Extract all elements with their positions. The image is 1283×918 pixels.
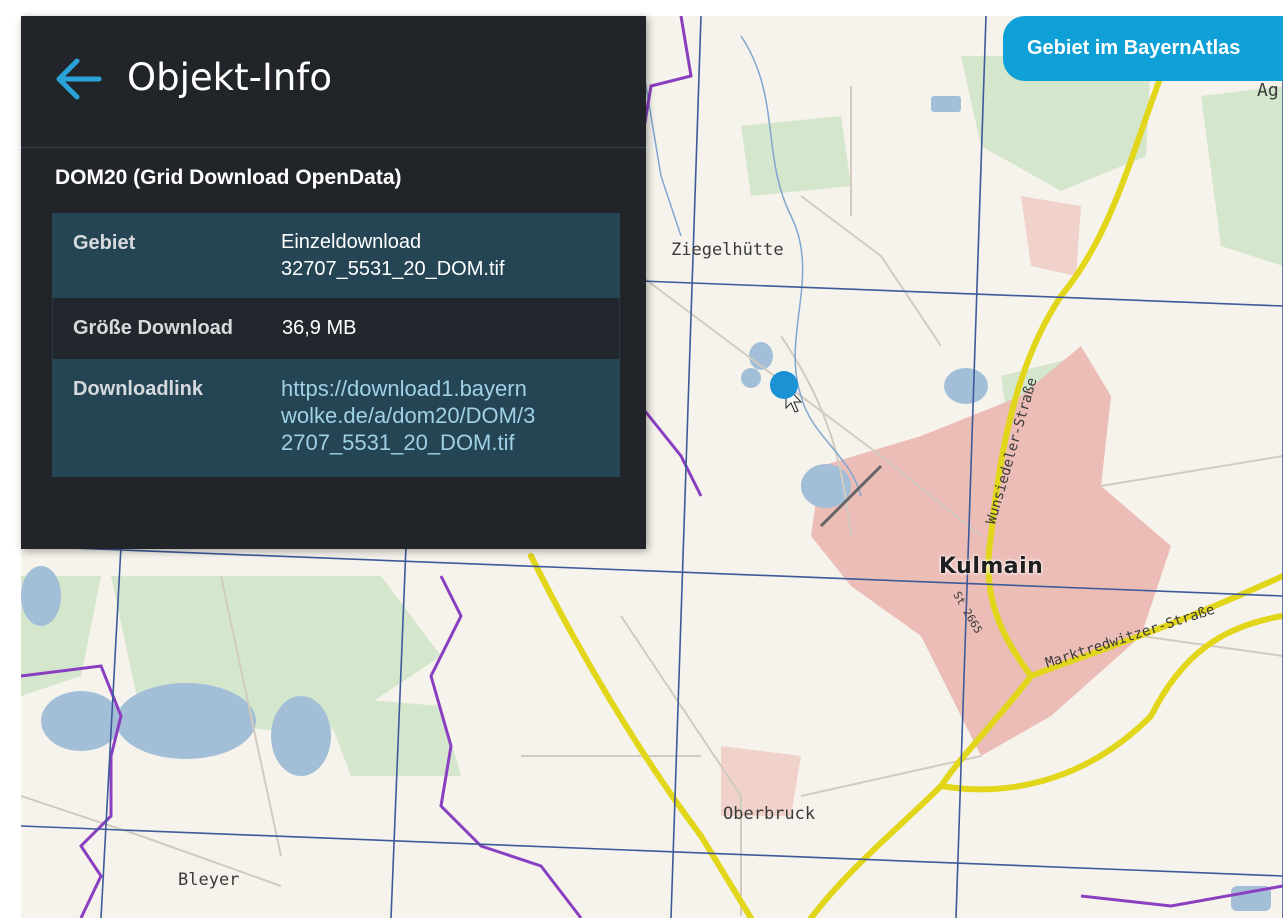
map-label-corner: Ag bbox=[1257, 80, 1279, 101]
map-label-kulmain: Kulmain bbox=[939, 554, 1044, 579]
download-link-line3: 2707_5531_20_DOM.tif bbox=[281, 430, 515, 455]
section-title: DOM20 (Grid Download OpenData) bbox=[55, 166, 402, 189]
info-row-gebiet: Gebiet Einzeldownload 32707_5531_20_DOM.… bbox=[52, 213, 620, 298]
arrow-left-icon bbox=[56, 58, 102, 100]
info-key-groesse: Größe Download bbox=[73, 317, 233, 339]
info-table: Gebiet Einzeldownload 32707_5531_20_DOM.… bbox=[52, 213, 620, 477]
map-label-ziegelhutte: Ziegelhütte bbox=[671, 240, 784, 260]
map-label-oberbruck: Oberbruck bbox=[723, 804, 816, 824]
info-key-downloadlink: Downloadlink bbox=[73, 378, 203, 400]
info-key-gebiet: Gebiet bbox=[73, 232, 136, 254]
download-link[interactable]: https://download1.bayern wolke.de/a/dom2… bbox=[281, 375, 620, 456]
info-row-downloadlink: Downloadlink https://download1.bayern wo… bbox=[52, 359, 620, 477]
panel-title: Objekt-Info bbox=[127, 56, 332, 99]
open-in-bayernatlas-button[interactable]: Gebiet im BayernAtlas bbox=[1003, 16, 1283, 81]
selected-location-marker[interactable] bbox=[770, 371, 798, 399]
info-value-gebiet-line1: Einzeldownload bbox=[281, 231, 422, 253]
object-info-panel: Objekt-Info DOM20 (Grid Download OpenDat… bbox=[21, 16, 646, 549]
map-label-bleyer: Bleyer bbox=[178, 870, 240, 890]
download-link-line1: https://download1.bayern bbox=[281, 376, 527, 401]
info-row-groesse: Größe Download 36,9 MB bbox=[52, 298, 620, 359]
panel-header: Objekt-Info bbox=[21, 16, 646, 148]
info-value-gebiet-line2: 32707_5531_20_DOM.tif bbox=[281, 258, 505, 280]
download-link-line2: wolke.de/a/dom20/DOM/3 bbox=[281, 403, 536, 428]
info-value-gebiet: Einzeldownload 32707_5531_20_DOM.tif bbox=[281, 229, 620, 298]
back-button[interactable] bbox=[51, 52, 105, 106]
info-value-downloadlink: https://download1.bayern wolke.de/a/dom2… bbox=[281, 375, 620, 477]
info-value-groesse: 36,9 MB bbox=[282, 317, 357, 339]
